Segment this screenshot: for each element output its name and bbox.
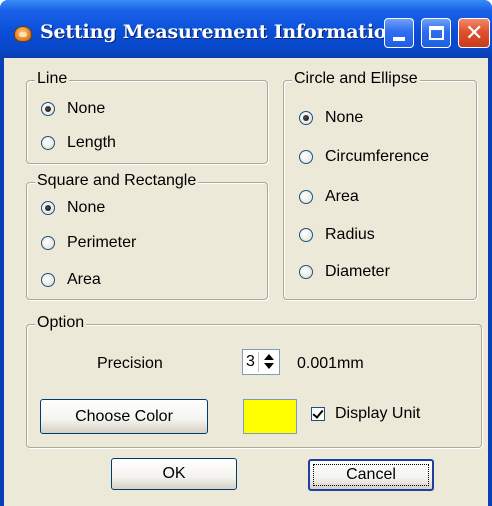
title-bar[interactable]: Setting Measurement Information ✕ [0,0,492,58]
display-unit-label: Display Unit [335,405,421,422]
circle-area-radio[interactable]: Area [299,188,359,206]
radio-button[interactable] [299,265,313,279]
radio-button[interactable] [41,201,55,215]
radio-label: Diameter [325,263,390,280]
circle-diameter-radio[interactable]: Diameter [299,263,390,281]
stepper-arrows[interactable] [258,352,278,372]
radio-button[interactable] [41,273,55,287]
radio-label: None [325,109,364,126]
display-unit-checkbox[interactable] [311,407,325,421]
minimize-button[interactable] [384,18,414,48]
arrow-up-icon[interactable] [264,354,274,360]
arrow-down-icon[interactable] [264,363,274,369]
choose-color-button[interactable]: Choose Color [40,399,208,434]
radio-button[interactable] [41,102,55,116]
dialog-window: Setting Measurement Information ✕ Line N… [0,0,492,506]
line-none-radio[interactable]: None [41,100,105,118]
radio-label: None [67,199,106,216]
radio-button[interactable] [299,228,313,242]
app-icon[interactable] [14,26,32,42]
radio-label: Radius [325,226,375,243]
circle-ellipse-group-legend: Circle and Ellipse [292,70,420,88]
radio-button[interactable] [299,111,313,125]
radio-button[interactable] [41,236,55,250]
square-rectangle-group-legend: Square and Rectangle [35,172,199,190]
precision-value[interactable]: 3 [246,353,255,371]
color-swatch [243,399,297,434]
radio-label: Circumference [325,148,430,165]
radio-label: Perimeter [67,234,137,251]
close-icon: ✕ [465,21,484,46]
close-button[interactable]: ✕ [458,18,490,48]
precision-unit-label: 0.001mm [297,355,364,372]
window-title: Setting Measurement Information [40,21,400,43]
radio-label: Area [325,188,359,205]
square-perimeter-radio[interactable]: Perimeter [41,234,136,252]
cancel-button-label: Cancel [346,466,396,483]
radio-label: Length [67,134,116,151]
ok-button[interactable]: OK [111,458,237,490]
circle-radius-radio[interactable]: Radius [299,226,375,244]
square-none-radio[interactable]: None [41,199,105,217]
precision-label: Precision [97,355,163,372]
minimize-icon [393,37,405,41]
display-unit-checkbox-row[interactable]: Display Unit [311,405,420,423]
cancel-button[interactable]: Cancel [308,459,434,491]
circle-circumference-radio[interactable]: Circumference [299,148,429,166]
radio-button[interactable] [299,190,313,204]
square-area-radio[interactable]: Area [41,271,101,289]
precision-stepper[interactable]: 3 [242,349,280,375]
radio-button[interactable] [41,136,55,150]
maximize-icon [429,26,444,40]
dialog-client-area: Line None Length Square and Rectangle No… [4,58,488,506]
circle-none-radio[interactable]: None [299,109,363,127]
maximize-button[interactable] [421,18,451,48]
radio-label: Area [67,271,101,288]
option-group-legend: Option [35,314,87,332]
radio-label: None [67,100,106,117]
line-length-radio[interactable]: Length [41,134,116,152]
radio-button[interactable] [299,150,313,164]
line-group-legend: Line [35,70,70,88]
